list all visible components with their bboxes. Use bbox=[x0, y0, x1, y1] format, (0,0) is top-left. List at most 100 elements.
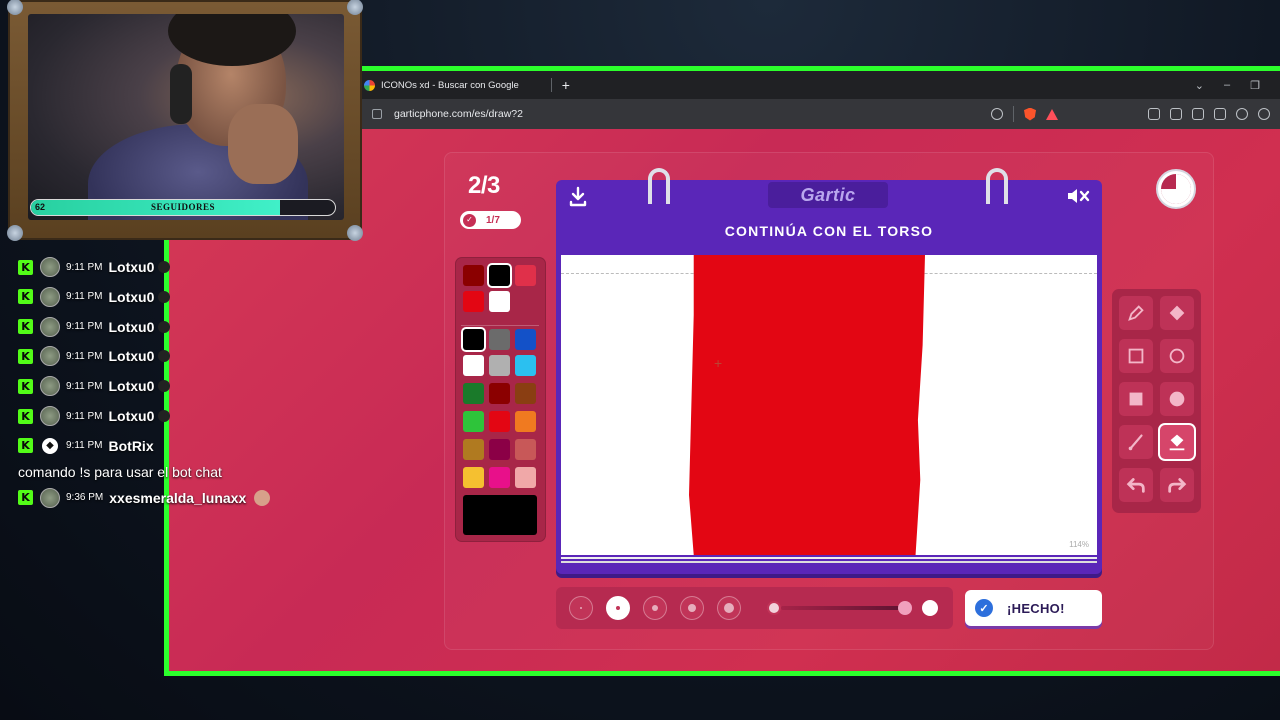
color-swatch[interactable] bbox=[489, 439, 510, 460]
color-swatch[interactable] bbox=[463, 355, 484, 376]
frame-bolt bbox=[7, 0, 23, 15]
brush-size-button[interactable] bbox=[569, 596, 593, 620]
opacity-slider[interactable] bbox=[767, 598, 941, 618]
leo-icon[interactable] bbox=[1236, 108, 1248, 120]
undo-tool-button[interactable] bbox=[1119, 468, 1153, 502]
avatar bbox=[40, 316, 60, 337]
extensions-icon[interactable] bbox=[1148, 108, 1160, 120]
color-swatch[interactable] bbox=[463, 383, 484, 404]
color-swatch[interactable] bbox=[515, 383, 536, 404]
color-swatch[interactable] bbox=[489, 329, 510, 350]
chat-message: K 9:36 PM xxesmeralda_lunaxx bbox=[18, 487, 271, 509]
tab-separator bbox=[550, 78, 552, 92]
avatar bbox=[40, 257, 60, 277]
minimize-icon[interactable]: – bbox=[1224, 79, 1230, 92]
zoom-level: 114% bbox=[1069, 540, 1089, 549]
vpn-icon[interactable] bbox=[1258, 108, 1270, 120]
eraser-icon bbox=[1169, 305, 1185, 321]
download-icon[interactable] bbox=[1170, 108, 1182, 120]
color-swatch[interactable] bbox=[463, 291, 484, 312]
done-label: ¡HECHO! bbox=[1007, 600, 1065, 616]
done-button[interactable]: ✓ ¡HECHO! bbox=[965, 590, 1102, 626]
brush-size-button[interactable] bbox=[606, 596, 630, 620]
eraser-tool-button[interactable] bbox=[1160, 296, 1194, 330]
wallet-icon[interactable] bbox=[1214, 108, 1226, 120]
chat-time: 9:11 PM bbox=[66, 440, 103, 452]
address-bar: garticphone.com/es/draw?2 bbox=[358, 99, 1280, 129]
circle-outline-tool-button[interactable] bbox=[1160, 339, 1194, 373]
brush-size-dot bbox=[580, 607, 582, 609]
rectangle-outline-icon bbox=[1128, 348, 1144, 364]
undo-icon bbox=[1126, 478, 1145, 493]
color-swatch[interactable] bbox=[515, 329, 536, 350]
timer-icon bbox=[1156, 169, 1196, 209]
frame-bolt bbox=[7, 225, 23, 241]
zoom-icon[interactable] bbox=[991, 108, 1003, 120]
check-icon: ✓ bbox=[463, 213, 476, 227]
rectangle-fill-tool-button[interactable] bbox=[1119, 382, 1153, 416]
chat-message: K 9:11 PM Lotxu0 bbox=[18, 316, 171, 338]
followers-count: 62 bbox=[35, 202, 46, 212]
redo-tool-button[interactable] bbox=[1160, 468, 1194, 502]
chat-username: BotRix bbox=[108, 437, 154, 454]
avatar bbox=[40, 376, 60, 397]
tab-search-icon[interactable]: ⌄ bbox=[1195, 79, 1204, 92]
chat-message-text: comando !s para usar el bot chat bbox=[18, 463, 222, 480]
chat-message: K 9:11 PM Lotxu0 bbox=[18, 405, 171, 427]
opacity-knob[interactable] bbox=[898, 601, 912, 615]
brave-rewards-icon[interactable] bbox=[1046, 108, 1058, 120]
mute-icon[interactable] bbox=[1066, 186, 1090, 206]
emote-icon bbox=[254, 489, 271, 506]
address-bar-actions bbox=[991, 106, 1280, 122]
color-swatch[interactable] bbox=[515, 355, 536, 376]
color-swatch[interactable] bbox=[463, 329, 484, 350]
site-info-icon[interactable] bbox=[372, 109, 382, 119]
brave-shields-icon[interactable] bbox=[1024, 107, 1036, 121]
line-tool-button[interactable] bbox=[1119, 425, 1153, 459]
color-swatch[interactable] bbox=[515, 265, 536, 286]
rectangle-fill-icon bbox=[1129, 392, 1143, 406]
brush-size-button[interactable] bbox=[680, 596, 704, 620]
opacity-track[interactable] bbox=[781, 606, 911, 610]
brush-size-button[interactable] bbox=[717, 596, 741, 620]
color-swatch[interactable] bbox=[515, 439, 536, 460]
maximize-icon[interactable]: ❐ bbox=[1250, 79, 1260, 92]
chat-message: comando !s para usar el bot chat bbox=[18, 461, 222, 483]
kick-badge-icon: K bbox=[18, 378, 33, 394]
download-icon[interactable] bbox=[568, 186, 588, 208]
color-swatch[interactable] bbox=[515, 411, 536, 432]
url-text[interactable]: garticphone.com/es/draw?2 bbox=[394, 108, 523, 120]
brush-size-dot bbox=[688, 604, 696, 612]
bucket-fill-tool-button[interactable] bbox=[1160, 425, 1194, 459]
color-swatch[interactable] bbox=[489, 383, 510, 404]
pencil-tool-button[interactable] bbox=[1119, 296, 1153, 330]
page-edge bbox=[561, 561, 1097, 563]
color-swatch[interactable] bbox=[489, 291, 510, 312]
color-swatch[interactable] bbox=[489, 467, 510, 488]
drawing-canvas[interactable]: + 114% bbox=[561, 255, 1097, 555]
color-swatch[interactable] bbox=[463, 411, 484, 432]
brush-size-button[interactable] bbox=[643, 596, 667, 620]
webcam-video bbox=[28, 14, 344, 220]
rectangle-outline-tool-button[interactable] bbox=[1119, 339, 1153, 373]
color-swatch[interactable] bbox=[489, 355, 510, 376]
circle-outline-icon bbox=[1169, 348, 1185, 364]
headset bbox=[170, 64, 192, 124]
streamer-hand bbox=[228, 104, 298, 184]
color-swatch[interactable] bbox=[489, 265, 510, 286]
new-tab-button[interactable]: + bbox=[558, 77, 574, 93]
emote-icon bbox=[158, 320, 171, 333]
followers-goal-bar: SEGUIDORES 62 bbox=[30, 199, 336, 216]
chat-message: K ◆ 9:11 PM BotRix bbox=[18, 435, 154, 457]
color-swatch[interactable] bbox=[489, 411, 510, 432]
emote-icon bbox=[158, 410, 171, 422]
color-swatch[interactable] bbox=[463, 467, 484, 488]
page-edge bbox=[561, 557, 1097, 559]
emote-icon bbox=[158, 380, 171, 393]
browser-tab[interactable]: ICONOs xd - Buscar con Google bbox=[358, 71, 525, 99]
circle-fill-tool-button[interactable] bbox=[1160, 382, 1194, 416]
sidebar-icon[interactable] bbox=[1192, 108, 1204, 120]
color-swatch[interactable] bbox=[463, 265, 484, 286]
color-swatch[interactable] bbox=[463, 439, 484, 460]
color-swatch[interactable] bbox=[515, 467, 536, 488]
